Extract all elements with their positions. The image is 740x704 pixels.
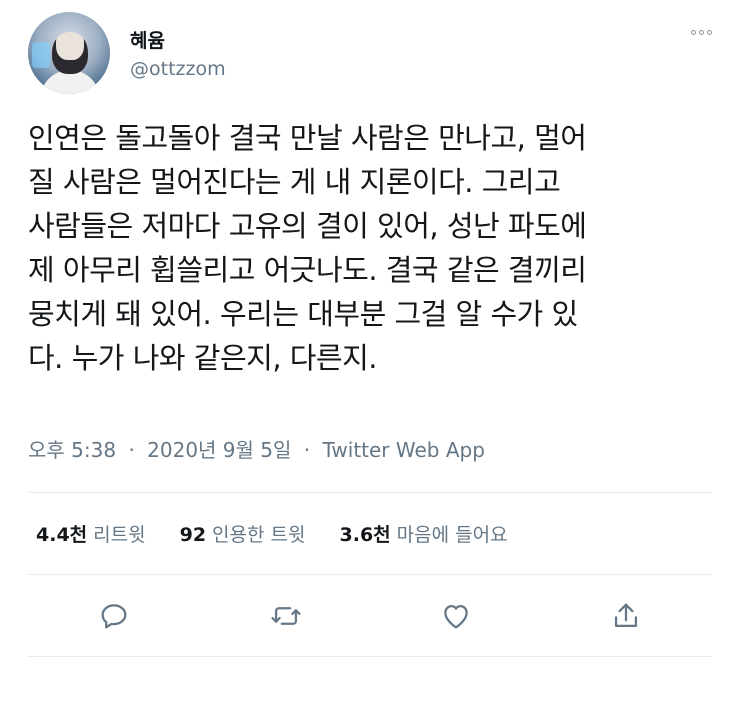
reply-icon: [101, 604, 127, 629]
tweet-time[interactable]: 오후 5:38: [28, 438, 116, 462]
tweet-date[interactable]: 2020년 9월 5일: [147, 438, 291, 462]
share-icon: [614, 603, 638, 628]
tweet-line: 다. 누가 나와 같은지, 다른지.: [28, 341, 378, 375]
avatar[interactable]: [28, 12, 110, 94]
more-dot: [699, 30, 704, 35]
tweet-line: 뭉치게 돼 있어. 우리는 대부분 그걸 알 수가 있: [28, 297, 578, 331]
more-icon[interactable]: [691, 30, 712, 35]
tweet-stats: 4.4천 리트윗 92 인용한 트윗 3.6천 마음에 들어요: [36, 520, 508, 547]
retweet-button[interactable]: [266, 596, 306, 636]
share-button[interactable]: [606, 596, 646, 636]
tweet-text: 인연은 돌고돌아 결국 만날 사람은 만나고, 멀어 질 사람은 멀어진다는 게…: [28, 116, 718, 380]
reply-button[interactable]: [94, 596, 134, 636]
action-bar: [0, 596, 740, 636]
like-button[interactable]: [436, 596, 476, 636]
more-dot: [707, 30, 712, 35]
retweets-label: 리트윗: [93, 524, 146, 546]
tweet-line: 사람들은 저마다 고유의 결이 있어, 성난 파도에: [28, 209, 587, 243]
retweet-icon: [271, 607, 301, 625]
tweet-line: 질 사람은 멀어진다는 게 내 지론이다. 그리고: [28, 165, 561, 199]
quotes-count: 92: [179, 524, 207, 546]
likes-stat[interactable]: 3.6천 마음에 들어요: [340, 520, 508, 547]
meta-separator: ·: [128, 438, 135, 462]
user-handle[interactable]: @ottzzom: [130, 58, 226, 80]
divider: [28, 656, 712, 657]
quotes-stat[interactable]: 92 인용한 트윗: [180, 520, 306, 547]
divider: [28, 492, 712, 493]
avatar-face: [52, 32, 88, 74]
tweet-line: 인연은 돌고돌아 결국 만날 사람은 만나고, 멀어: [28, 121, 587, 155]
tweet-header: 혜윰 @ottzzom: [28, 12, 716, 96]
heart-icon: [444, 604, 468, 629]
likes-count: 3.6천: [339, 524, 391, 546]
display-name[interactable]: 혜윰: [130, 26, 165, 53]
tweet-page: 혜윰 @ottzzom 인연은 돌고돌아 결국 만날 사람은 만나고, 멀어 질…: [0, 0, 740, 704]
avatar-glow: [32, 42, 50, 68]
more-dot: [691, 30, 696, 35]
tweet-meta: 오후 5:38 · 2020년 9월 5일 · Twitter Web App: [28, 434, 485, 463]
retweets-count: 4.4천: [36, 524, 88, 546]
divider: [28, 574, 712, 575]
meta-separator: ·: [303, 438, 311, 462]
retweets-stat[interactable]: 4.4천 리트윗: [36, 520, 146, 547]
tweet-source[interactable]: Twitter Web App: [323, 438, 485, 462]
quotes-label: 인용한 트윗: [212, 524, 306, 546]
likes-label: 마음에 들어요: [396, 524, 508, 546]
tweet-line: 제 아무리 휩쓸리고 어긋나도. 결국 같은 결끼리: [28, 253, 587, 287]
